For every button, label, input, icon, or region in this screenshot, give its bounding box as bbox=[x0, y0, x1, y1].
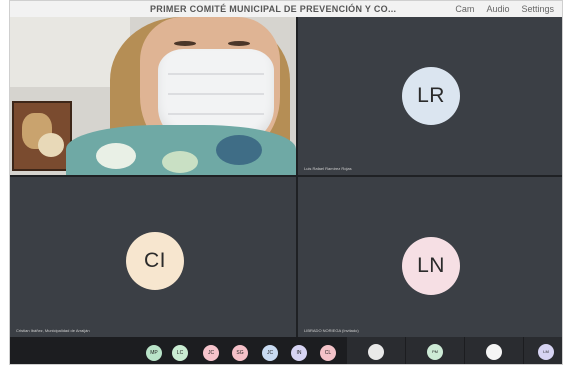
participant-chip[interactable]: CL bbox=[320, 345, 336, 361]
participant-thumbnail[interactable] bbox=[347, 337, 405, 364]
participant-tile-lr[interactable]: LR Luis Rafael Ramírez Rojas bbox=[298, 17, 562, 175]
participant-chip[interactable]: IN bbox=[291, 345, 307, 361]
meeting-title: PRIMER COMITÉ MUNICIPAL DE PREVENCIÓN Y … bbox=[150, 4, 397, 14]
participant-thumbnail[interactable] bbox=[465, 337, 523, 364]
meeting-window: PRIMER COMITÉ MUNICIPAL DE PREVENCIÓN Y … bbox=[9, 0, 563, 365]
window-controls: Cam Audio Settings bbox=[455, 1, 554, 17]
participant-chip: PM bbox=[427, 344, 443, 360]
wall-painting bbox=[12, 101, 72, 171]
participant-name-ln: LIBRADO NORIEGA (Invitado) bbox=[304, 328, 359, 333]
audio-control[interactable]: Audio bbox=[486, 1, 509, 17]
participant-tile-ci[interactable]: CI Cristian Ibáñez, Municipalidad de Arr… bbox=[10, 177, 296, 337]
participant-chip[interactable]: LC bbox=[172, 345, 188, 361]
participant-shirt bbox=[66, 125, 296, 175]
avatar-lr: LR bbox=[402, 67, 460, 125]
title-bar: PRIMER COMITÉ MUNICIPAL DE PREVENCIÓN Y … bbox=[10, 1, 562, 17]
participant-chip[interactable]: JC bbox=[203, 345, 219, 361]
video-grid: LR Luis Rafael Ramírez Rojas CI Cristian… bbox=[10, 17, 562, 337]
logo-icon bbox=[486, 344, 502, 360]
participant-thumbnail[interactable]: LM bbox=[524, 337, 562, 364]
settings-control[interactable]: Settings bbox=[521, 1, 554, 17]
cam-control[interactable]: Cam bbox=[455, 1, 474, 17]
avatar-ci: CI bbox=[126, 232, 184, 290]
participant-thumbnail[interactable]: PM bbox=[406, 337, 464, 364]
participant-eyes bbox=[170, 41, 254, 49]
participant-chip[interactable]: MP bbox=[146, 345, 162, 361]
participant-name-lr: Luis Rafael Ramírez Rojas bbox=[304, 166, 352, 171]
participant-name-ci: Cristian Ibáñez, Municipalidad de Arraij… bbox=[16, 328, 90, 333]
participants-strip: MP LC JC SG JC IN CL PM LM bbox=[10, 337, 562, 364]
avatar-icon bbox=[368, 344, 384, 360]
participant-chip[interactable]: JC bbox=[262, 345, 278, 361]
avatar-ln: LN bbox=[402, 237, 460, 295]
participant-tile-ln[interactable]: LN LIBRADO NORIEGA (Invitado) bbox=[298, 177, 562, 337]
participant-chip: LM bbox=[538, 344, 554, 360]
participant-video-tile[interactable] bbox=[10, 17, 296, 175]
participant-chip[interactable]: SG bbox=[232, 345, 248, 361]
